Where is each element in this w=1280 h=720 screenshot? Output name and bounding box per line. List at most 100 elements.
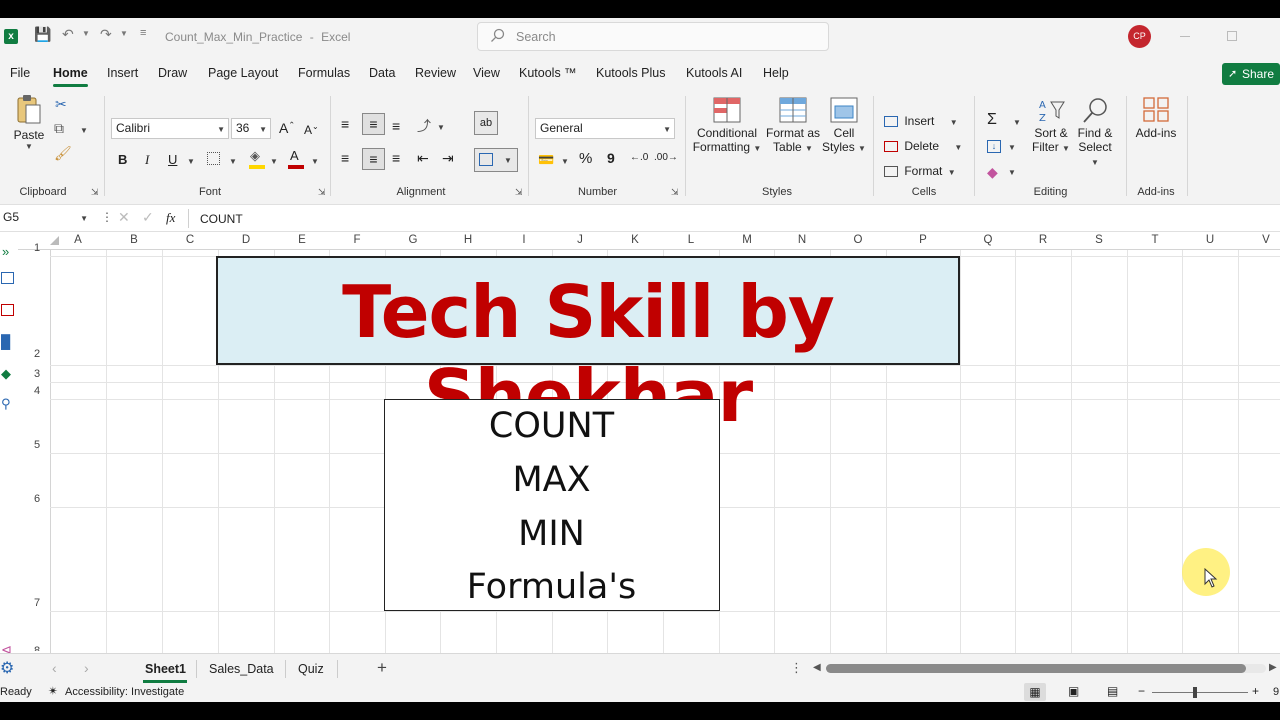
zoom-out-icon[interactable]: − (1138, 684, 1145, 698)
borders-icon[interactable] (207, 152, 220, 165)
row-header-2[interactable]: 2 (26, 348, 48, 360)
accounting-format-icon[interactable]: 💳 (538, 152, 554, 168)
font-launcher-icon[interactable]: ⇲ (318, 187, 326, 198)
align-right-icon[interactable]: ≡ (392, 150, 400, 166)
percent-style-button[interactable]: % (579, 150, 592, 167)
fill-color-icon[interactable]: ◈ (250, 148, 260, 164)
column-header-e[interactable]: E (274, 234, 330, 246)
formula-input[interactable]: COUNT (200, 212, 243, 226)
user-avatar[interactable]: CP (1128, 25, 1151, 48)
clipboard-launcher-icon[interactable]: ⇲ (91, 187, 99, 198)
tab-draw[interactable]: Draw (158, 66, 187, 80)
page-layout-view-icon[interactable]: ▣ (1068, 684, 1079, 698)
sheet-tab-sales-data[interactable]: Sales_Data (209, 662, 274, 676)
cut-icon[interactable]: ✂ (55, 96, 67, 113)
format-as-table-button[interactable]: Format as Table ▼ (764, 96, 822, 154)
row-header-7[interactable]: 7 (26, 597, 48, 609)
underline-dropdown-icon[interactable]: ▼ (187, 157, 195, 166)
search-pane-icon[interactable]: ⚲ (1, 396, 11, 412)
column-header-s[interactable]: S (1071, 234, 1127, 246)
tab-review[interactable]: Review (415, 66, 456, 80)
paste-button[interactable]: Paste ▼ (10, 94, 48, 160)
customize-toolbar-icon[interactable]: ≡ (140, 27, 146, 39)
decrease-decimal-icon[interactable]: .00→ (654, 152, 678, 163)
tab-data[interactable]: Data (369, 66, 395, 80)
align-top-icon[interactable]: ≡ (341, 116, 349, 132)
name-box[interactable]: G5 ▼ (0, 208, 94, 229)
column-header-v[interactable]: V (1238, 234, 1280, 246)
sheet-tab-quiz[interactable]: Quiz (298, 662, 324, 676)
column-header-u[interactable]: U (1182, 234, 1238, 246)
chart-icon[interactable]: █ (1, 334, 10, 349)
column-header-c[interactable]: C (162, 234, 218, 246)
fill-color-dropdown-icon[interactable]: ▼ (270, 157, 278, 166)
wrap-text-button[interactable]: ab (474, 111, 498, 135)
row-header-6[interactable]: 6 (26, 493, 48, 505)
sheet-tab-sheet1[interactable]: Sheet1 (145, 662, 186, 676)
column-header-k[interactable]: K (607, 234, 663, 246)
tab-kutools-plus[interactable]: Kutools Plus (596, 66, 665, 80)
delete-cells-button[interactable]: Delete ▼ (884, 139, 964, 153)
autosum-dropdown-icon[interactable]: ▼ (1013, 118, 1021, 127)
format-cells-button[interactable]: Format ▼ (884, 164, 964, 178)
font-color-icon[interactable]: A (290, 148, 299, 163)
zoom-slider-thumb[interactable] (1193, 687, 1197, 698)
maximize-icon[interactable] (1227, 31, 1237, 41)
tab-page-layout[interactable]: Page Layout (208, 66, 278, 80)
copy-icon[interactable]: ⧉ (54, 120, 64, 137)
row-header-3[interactable]: 3 (26, 368, 48, 380)
row-header-8[interactable]: 8 (26, 645, 48, 651)
tab-kutools-ai[interactable]: Kutools AI (686, 66, 742, 80)
tab-help[interactable]: Help (763, 66, 789, 80)
zoom-in-icon[interactable]: + (1252, 684, 1259, 698)
decrease-font-icon[interactable]: A⌄ (304, 122, 319, 137)
fill-icon[interactable]: ↓ (987, 140, 1001, 153)
row-header-4[interactable]: 4 (26, 385, 48, 397)
add-sheet-button[interactable]: + (377, 658, 387, 678)
font-color-dropdown-icon[interactable]: ▼ (311, 157, 319, 166)
column-header-d[interactable]: D (218, 234, 274, 246)
clear-dropdown-icon[interactable]: ▼ (1008, 168, 1016, 177)
cancel-entry-icon[interactable]: ✕ (118, 209, 130, 226)
column-header-q[interactable]: Q (960, 234, 1016, 246)
alignment-launcher-icon[interactable]: ⇲ (515, 187, 523, 198)
align-middle-icon[interactable]: ≡ (362, 113, 385, 135)
comma-style-button[interactable]: 9 (607, 150, 615, 166)
borders-dropdown-icon[interactable]: ▼ (229, 157, 237, 166)
column-header-m[interactable]: M (719, 234, 775, 246)
confirm-entry-icon[interactable]: ✓ (142, 209, 154, 226)
tab-insert[interactable]: Insert (107, 66, 138, 80)
increase-decimal-icon[interactable]: ←.0 (630, 152, 648, 163)
tab-view[interactable]: View (473, 66, 500, 80)
horizontal-scrollbar-thumb[interactable] (826, 664, 1246, 673)
column-header-h[interactable]: H (440, 234, 496, 246)
settings-icon[interactable]: ⚙ (0, 658, 14, 678)
expand-pane-icon[interactable]: » (2, 244, 9, 259)
merge-center-button[interactable]: ▼ (474, 148, 518, 172)
column-header-r[interactable]: R (1015, 234, 1071, 246)
column-header-t[interactable]: T (1127, 234, 1183, 246)
sheet-view-icon[interactable] (1, 304, 14, 316)
tab-formulas[interactable]: Formulas (298, 66, 350, 80)
normal-view-icon[interactable]: ▦ (1024, 683, 1046, 701)
minimize-icon[interactable] (1180, 36, 1190, 37)
column-header-g[interactable]: G (385, 234, 441, 246)
zoom-slider-track[interactable] (1152, 692, 1248, 693)
redo-dropdown-icon[interactable]: ▼ (120, 29, 128, 38)
orientation-icon[interactable]: ⤴ (417, 116, 431, 136)
scroll-tabs-left-icon[interactable]: ‹ (52, 660, 57, 676)
insert-function-button[interactable]: fx (166, 210, 175, 226)
autosave-icon[interactable]: 💾 (34, 26, 51, 43)
title-cell[interactable]: Tech Skill by Shekhar (216, 256, 960, 438)
column-header-o[interactable]: O (830, 234, 886, 246)
tab-home[interactable]: Home (53, 66, 88, 87)
more-options-icon[interactable]: ⋮ (101, 210, 113, 224)
number-format-select[interactable]: General ▼ (535, 118, 675, 139)
column-header-i[interactable]: I (496, 234, 552, 246)
undo-icon[interactable]: ↶ (62, 26, 74, 43)
accessibility-status[interactable]: Accessibility: Investigate (65, 686, 184, 698)
column-header-n[interactable]: N (774, 234, 830, 246)
scroll-tabs-right-icon[interactable]: › (84, 660, 89, 676)
zoom-level[interactable]: 9 (1273, 686, 1279, 698)
align-center-icon[interactable]: ≡ (362, 148, 385, 170)
